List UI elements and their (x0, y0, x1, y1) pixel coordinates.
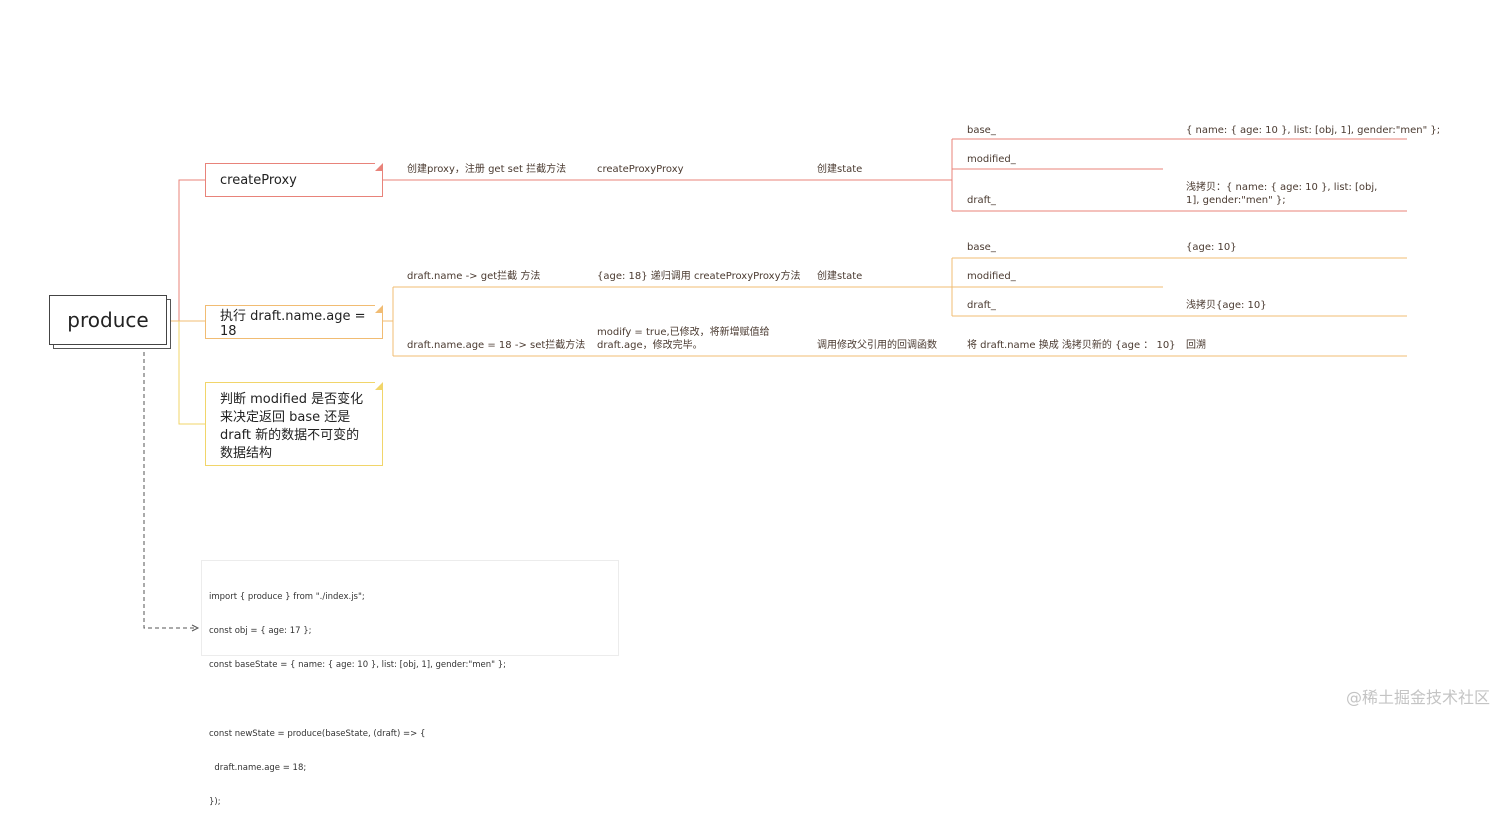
code-line: import { produce } from "./index.js"; (209, 591, 365, 602)
step-label: 回溯 (1186, 340, 1206, 351)
step-label: draft.name.age = 18 -> set拦截方法 (407, 340, 586, 351)
state-key: draft_ (967, 300, 996, 311)
fold-corner-icon (375, 382, 383, 390)
step-label: modify = true,已修改，将新增赋值给draft.age，修改完毕。 (597, 327, 770, 351)
state-value: 浅拷贝：{ name: { age: 10 }, list: [obj, 1],… (1186, 182, 1378, 206)
state-value: 浅拷贝{age: 10} (1186, 300, 1267, 311)
code-line: const newState = produce(baseState, (dra… (209, 728, 426, 739)
code-line: const baseState = { name: { age: 10 }, l… (209, 660, 507, 671)
code-line: draft.name.age = 18; (209, 762, 307, 773)
state-key: draft_ (967, 195, 996, 206)
assign-split-bracket (383, 287, 394, 356)
node-assign[interactable]: 执行 draft.name.age = 18 (205, 305, 383, 339)
state-value: {age: 10} (1186, 242, 1237, 253)
fold-corner-icon (375, 163, 383, 171)
connector-root-code (143, 345, 197, 629)
step-label: createProxyProxy (597, 164, 684, 175)
state-key: base_ (967, 242, 996, 253)
fold-corner-icon (375, 305, 383, 313)
code-line: }); (209, 797, 221, 808)
step-label: 将 draft.name 换成 浅拷贝新的 {age ： 10} (967, 340, 1176, 351)
code-block: import { produce } from "./index.js"; co… (201, 560, 619, 807)
node-createproxy-label: createProxy (220, 172, 297, 188)
state-key: base_ (967, 125, 996, 136)
step-label: 调用修改父引用的回调函数 (817, 340, 937, 351)
step-label: draft.name -> get拦截 方法 (407, 271, 541, 282)
watermark: @稀土掘金技术社区 (1345, 688, 1490, 707)
node-decide-label: 判断 modified 是否变化来决定返回 base 还是 draft 新的数据… (220, 392, 364, 461)
state-value: { name: { age: 10 }, list: [obj, 1], gen… (1186, 125, 1441, 136)
state-key: modified_ (967, 271, 1016, 282)
state-key: modified_ (967, 154, 1016, 165)
step-label: {age: 18} 递归调用 createProxyProxy方法 (597, 271, 801, 282)
root-node-produce[interactable]: produce (49, 295, 167, 345)
connector-root-decide (178, 321, 205, 425)
step-label: 创建state (817, 164, 863, 175)
node-createproxy[interactable]: createProxy (205, 163, 383, 197)
root-node-label: produce (67, 308, 149, 332)
step-label: 创建state (817, 271, 863, 282)
code-line: const obj = { age: 17 }; (209, 626, 312, 637)
node-decide[interactable]: 判断 modified 是否变化来决定返回 base 还是 draft 新的数据… (205, 382, 383, 466)
connector-root-createproxy (167, 179, 205, 322)
step-label: 创建proxy，注册 get set 拦截方法 (407, 164, 567, 175)
node-assign-label: 执行 draft.name.age = 18 (220, 309, 366, 339)
